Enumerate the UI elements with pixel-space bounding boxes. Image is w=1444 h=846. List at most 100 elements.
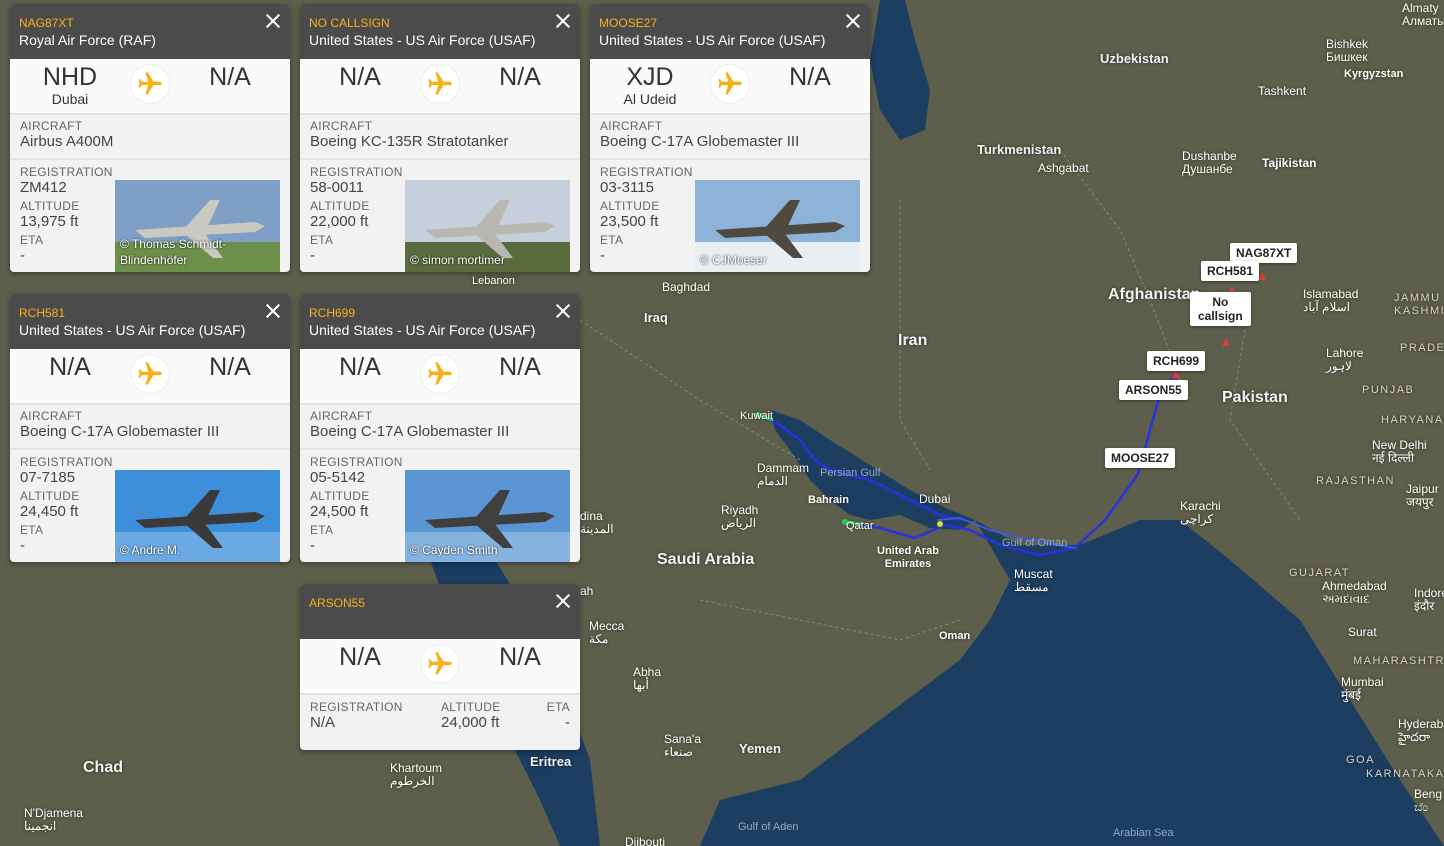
aircraft-photo[interactable]: © Andre M. xyxy=(115,470,280,562)
panel-header: RCH699 United States - US Air Force (USA… xyxy=(300,294,580,349)
aircraft-panel[interactable]: RCH699 United States - US Air Force (USA… xyxy=(300,294,580,562)
plane-icon xyxy=(711,65,749,103)
label-tashkent: Tashkent xyxy=(1258,84,1307,98)
aircraft-panel[interactable]: MOOSE27 United States - US Air Force (US… xyxy=(590,4,870,272)
registration-label: REGISTRATION xyxy=(600,165,693,179)
label-pakistan: Pakistan xyxy=(1222,389,1288,406)
aircraft-tag-nag87xt[interactable]: NAG87XT xyxy=(1230,243,1298,263)
label-bahrain: Bahrain xyxy=(808,494,849,506)
label-saudi-arabia: Saudi Arabia xyxy=(657,551,755,568)
aircraft-photo[interactable]: © simon mortimer xyxy=(405,180,570,272)
close-icon[interactable] xyxy=(844,12,862,30)
aircraft-tag-rch581[interactable]: RCH581 xyxy=(1201,261,1260,281)
label-islamabad: Islamabad اسلام آباد xyxy=(1303,287,1359,314)
route: N/A N/A xyxy=(300,349,580,405)
callsign: NO CALLSIGN xyxy=(309,16,390,30)
label-lebanon: Lebanon xyxy=(472,275,515,287)
label-kyrgyzstan: Kyrgyzstan xyxy=(1344,68,1404,80)
origin-city: Al Udeid xyxy=(623,91,677,107)
aircraft-tag-rch699[interactable]: RCH699 xyxy=(1147,351,1206,371)
label-dushanbe: Dushanbe Душанбе xyxy=(1182,149,1237,176)
aircraft-tag-arson55[interactable]: ARSON55 xyxy=(1119,380,1188,400)
detail-section: REGISTRATION 07-7185 ALTITUDE 24,450 ft … xyxy=(10,450,290,562)
label-uae: United Arab Emirates xyxy=(877,545,939,570)
aircraft-photo[interactable]: © CJMoeser xyxy=(695,180,860,272)
panel-header: ARSON55 xyxy=(300,584,580,639)
label-afghanistan: Afghanistan xyxy=(1108,286,1201,303)
photo-credit: © Cayden Smith xyxy=(410,543,498,557)
label-persian-gulf: Persian Gulf xyxy=(820,467,881,479)
aircraft-label: AIRCRAFT xyxy=(310,409,373,423)
label-punjab: PUNJAB xyxy=(1362,384,1415,396)
panel-header: RCH581 United States - US Air Force (USA… xyxy=(10,294,290,349)
aircraft-section: AIRCRAFT Airbus A400M xyxy=(10,115,290,160)
eta-value: - xyxy=(565,714,570,731)
detail-section: REGISTRATION ZM412 ALTITUDE 13,975 ft ET… xyxy=(10,160,290,272)
label-khartoum: Khartoum الخرطوم xyxy=(390,761,443,788)
aircraft-section: AIRCRAFT Boeing C-17A Globemaster III xyxy=(10,405,290,450)
origin-code: N/A xyxy=(339,643,381,671)
plane-icon xyxy=(421,355,459,393)
destination-code: N/A xyxy=(789,63,831,91)
photo-credit: © Thomas Schmidt-Blindenhöfer xyxy=(120,237,226,267)
registration-label: REGISTRATION xyxy=(310,165,403,179)
close-icon[interactable] xyxy=(554,302,572,320)
aircraft-label: AIRCRAFT xyxy=(600,119,663,133)
photo-credit: © simon mortimer xyxy=(410,253,505,267)
destination-code: N/A xyxy=(499,643,541,671)
operator: Royal Air Force (RAF) xyxy=(19,32,156,48)
route: XJD Al Udeid N/A xyxy=(590,59,870,115)
route: N/A N/A xyxy=(300,59,580,115)
origin-code: XJD xyxy=(626,63,674,91)
label-baghdad: Baghdad xyxy=(662,280,711,294)
close-icon[interactable] xyxy=(264,12,282,30)
plane-icon xyxy=(421,645,459,683)
route: NHD Dubai N/A xyxy=(10,59,290,115)
origin-code: N/A xyxy=(339,63,381,91)
registration-label: REGISTRATION xyxy=(20,165,113,179)
aircraft-tag-moose27[interactable]: MOOSE27 xyxy=(1105,448,1176,468)
altitude-label: ALTITUDE xyxy=(441,700,501,714)
label-bengaluru: Beng ಬೆಂ xyxy=(1414,787,1443,814)
aircraft-tag-no-callsign[interactable]: No callsign xyxy=(1190,292,1251,326)
label-hyderabad: Hyderab హైదరా xyxy=(1398,717,1444,744)
destination-code: N/A xyxy=(499,353,541,381)
label-surat: Surat xyxy=(1348,625,1377,639)
aircraft-photo[interactable]: © Thomas Schmidt-Blindenhöfer xyxy=(115,180,280,272)
label-mecca: Mecca مكة xyxy=(589,619,625,646)
aircraft-panel-arson55[interactable]: ARSON55 N/A N/A REGISTRATION N/A ALTITUD… xyxy=(300,584,580,750)
label-ashgabat: Ashgabat xyxy=(1038,161,1089,175)
aircraft-type: Boeing C-17A Globemaster III xyxy=(600,133,800,150)
aircraft-panel[interactable]: RCH581 United States - US Air Force (USA… xyxy=(10,294,290,562)
label-new-delhi: New Delhi नई दिल्ली xyxy=(1372,438,1427,465)
registration-value: N/A xyxy=(310,714,336,731)
label-gujarat: GUJARAT xyxy=(1289,567,1351,579)
route: N/A N/A xyxy=(300,639,580,695)
close-icon[interactable] xyxy=(264,302,282,320)
aircraft-panel[interactable]: NO CALLSIGN United States - US Air Force… xyxy=(300,4,580,272)
label-pradesh: PRADE xyxy=(1400,342,1444,354)
aircraft-panel[interactable]: NAG87XT Royal Air Force (RAF) NHD Dubai … xyxy=(10,4,290,272)
close-icon[interactable] xyxy=(554,12,572,30)
destination-code: N/A xyxy=(209,63,251,91)
panel-header: MOOSE27 United States - US Air Force (US… xyxy=(590,4,870,59)
label-arabian-sea: Arabian Sea xyxy=(1113,827,1174,839)
label-uzbekistan: Uzbekistan xyxy=(1100,51,1169,66)
plane-icon xyxy=(421,65,459,103)
callsign: RCH581 xyxy=(19,306,66,320)
aircraft-photo[interactable]: © Cayden Smith xyxy=(405,470,570,562)
origin-code: N/A xyxy=(339,353,381,381)
close-icon[interactable] xyxy=(554,592,572,610)
label-turkmenistan: Turkmenistan xyxy=(977,142,1062,157)
label-gulf-of-oman: Gulf of Oman xyxy=(1002,537,1068,549)
label-muscat: Muscat مسقط xyxy=(1014,567,1053,594)
aircraft-section: AIRCRAFT Boeing KC-135R Stratotanker xyxy=(300,115,580,160)
detail-section: REGISTRATION 58-0011 ALTITUDE 22,000 ft … xyxy=(300,160,580,272)
eta-label: ETA xyxy=(546,700,570,714)
label-jaipur: Jaipur जयपुर xyxy=(1406,482,1439,509)
callsign: NAG87XT xyxy=(19,16,74,30)
label-ndjamena: N'Djamena انجمينا xyxy=(24,806,83,833)
aircraft-type: Boeing C-17A Globemaster III xyxy=(310,423,510,440)
origin-code: N/A xyxy=(49,353,91,381)
aircraft-label: AIRCRAFT xyxy=(20,119,83,133)
